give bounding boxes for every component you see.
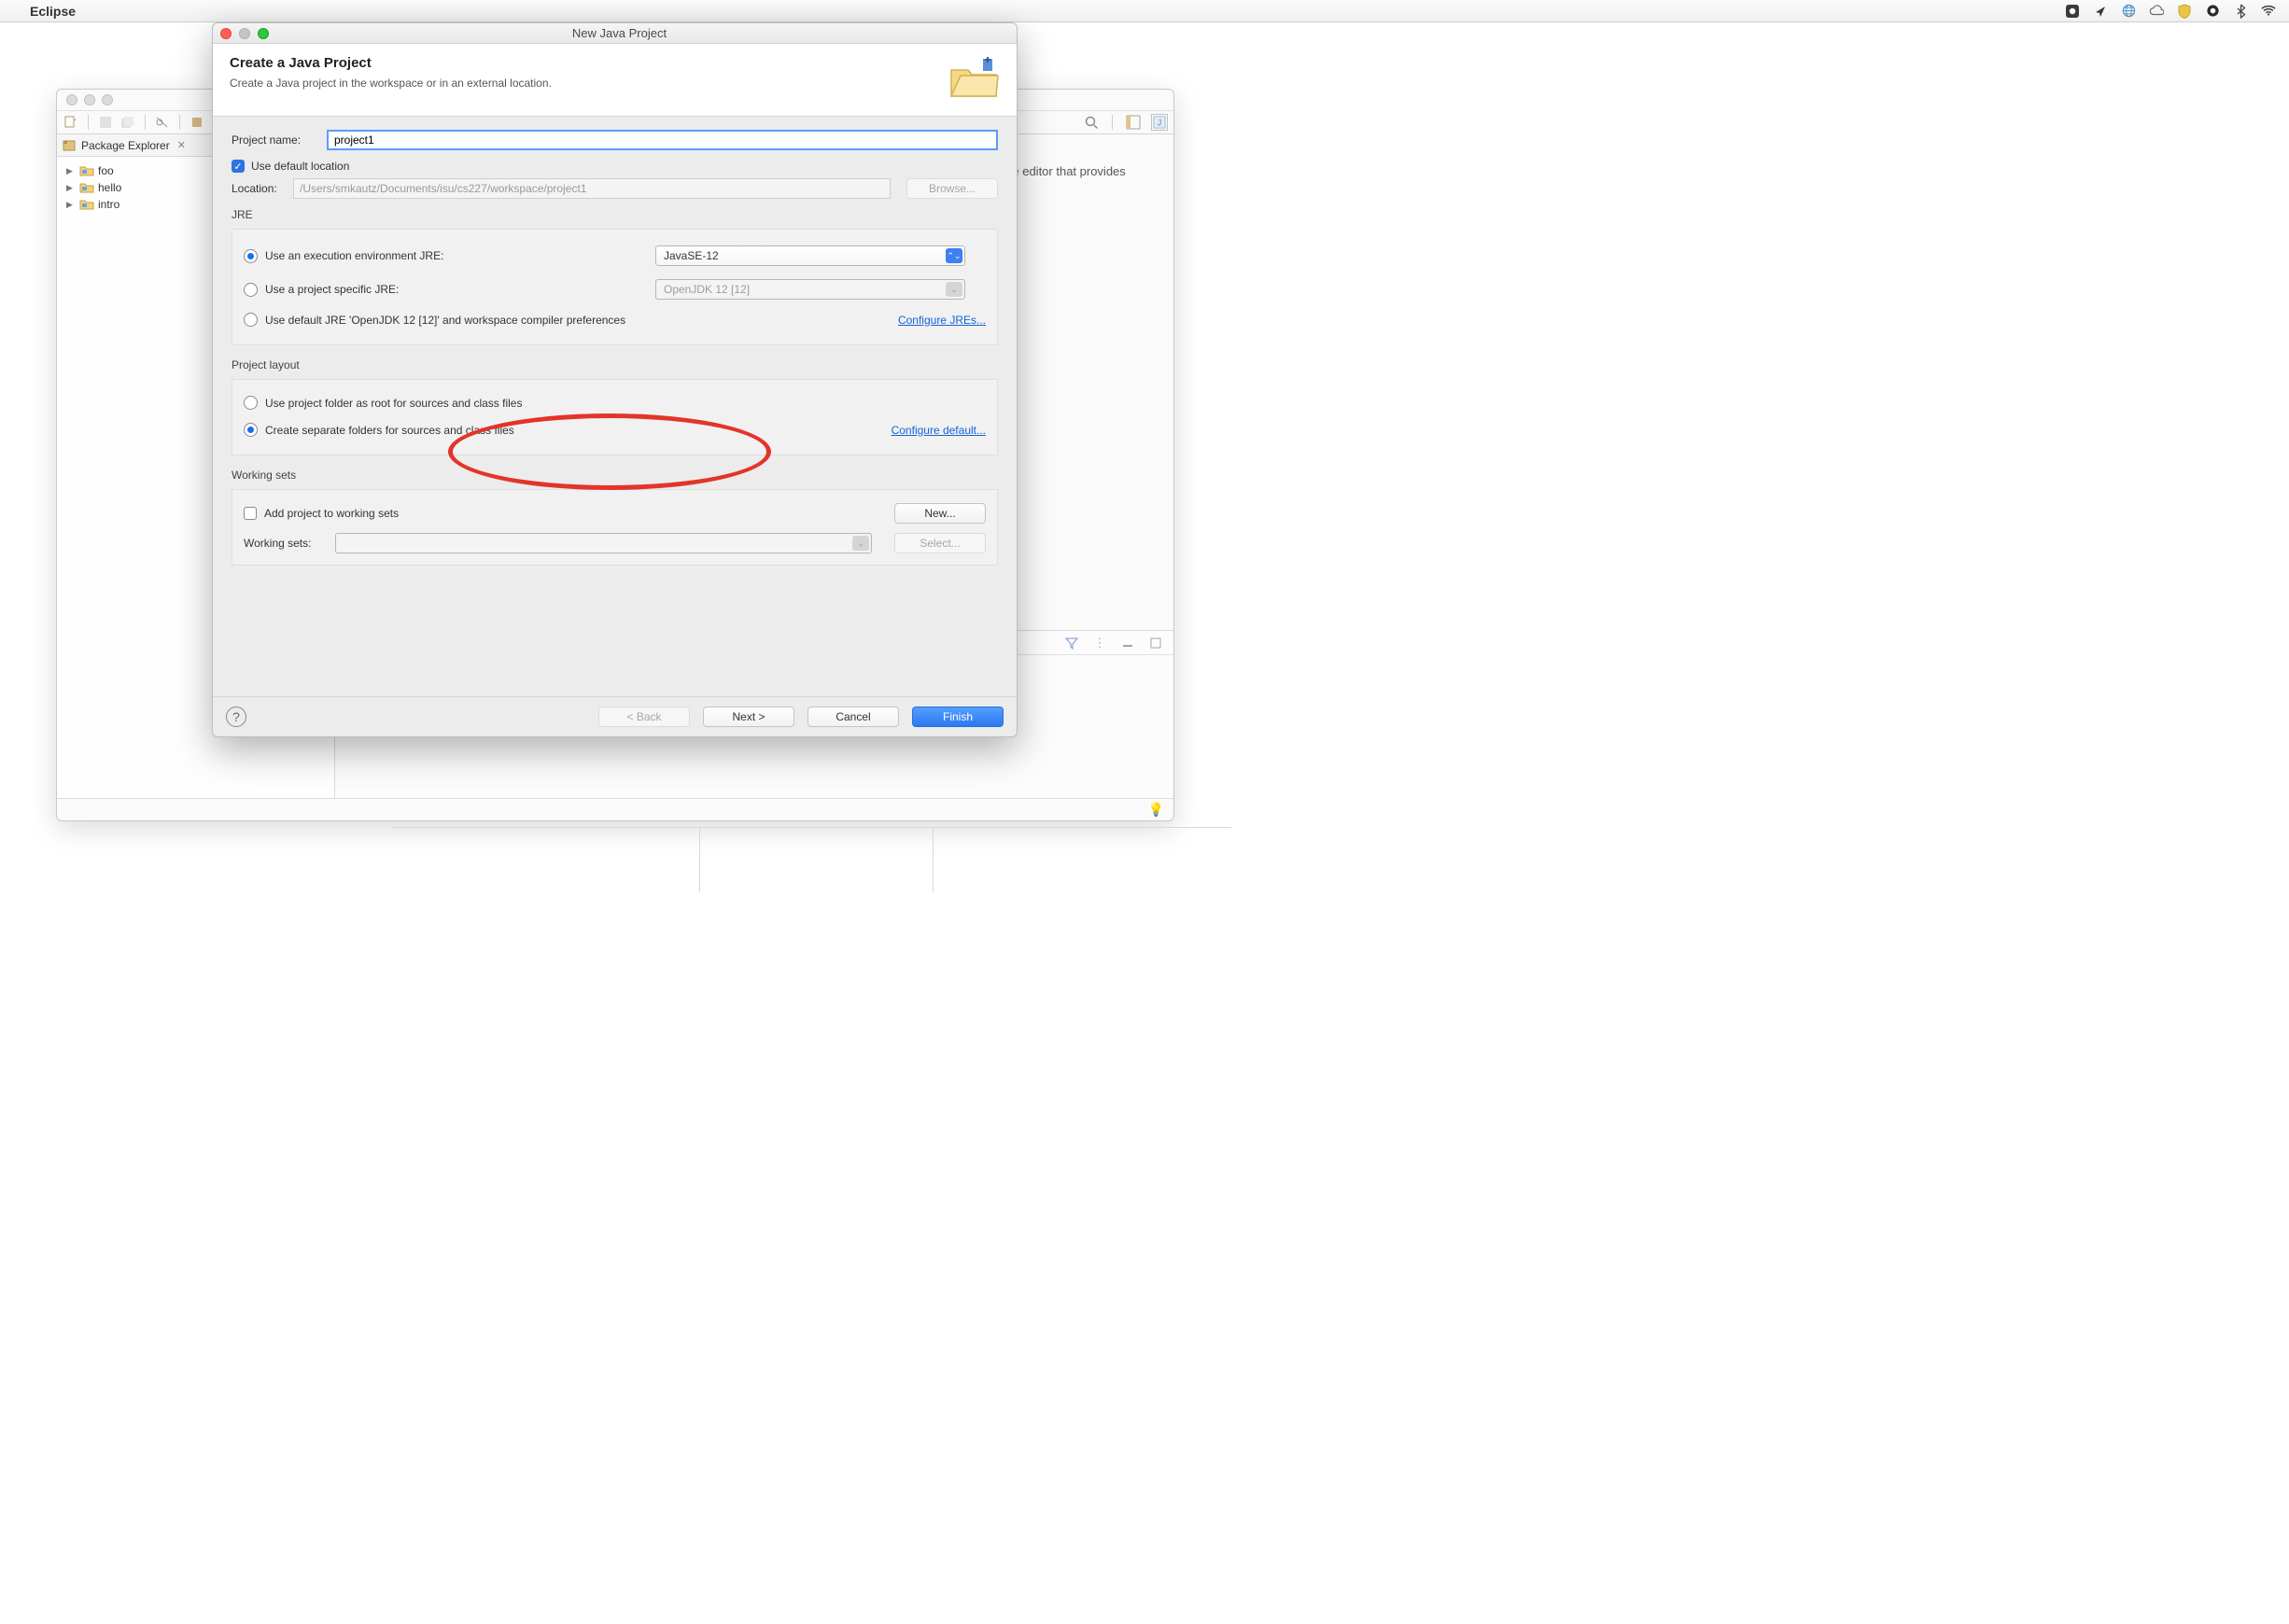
svg-text:J: J bbox=[1158, 119, 1161, 128]
expand-arrow-icon[interactable]: ▶ bbox=[66, 166, 76, 176]
working-sets-title: Working sets bbox=[232, 469, 998, 482]
package-explorer-icon bbox=[63, 139, 76, 152]
eclipse-statusbar: 💡 bbox=[57, 798, 1173, 820]
arrow-cursor-icon[interactable] bbox=[2093, 4, 2108, 19]
maximize-view-icon[interactable] bbox=[1147, 635, 1164, 651]
next-button[interactable]: Next > bbox=[703, 707, 794, 727]
browse-button: Browse... bbox=[906, 178, 998, 199]
dialog-footer: ? < Back Next > Cancel Finish bbox=[213, 696, 1017, 736]
jre-section-title: JRE bbox=[232, 208, 998, 221]
finish-button[interactable]: Finish bbox=[912, 707, 1004, 727]
project-name-label: Project name: bbox=[232, 133, 317, 147]
new-project-banner-icon bbox=[948, 55, 1000, 103]
dropdown-caret-icon: ⌄ bbox=[852, 536, 869, 551]
window-close-icon[interactable] bbox=[66, 94, 77, 105]
project-folder-icon bbox=[79, 198, 94, 211]
shield-icon[interactable] bbox=[2177, 4, 2192, 19]
minimize-view-icon[interactable] bbox=[1119, 635, 1136, 651]
radio-layout-separate-label: Create separate folders for sources and … bbox=[265, 424, 884, 437]
checkbox-checked-icon: ✓ bbox=[232, 160, 245, 173]
working-sets-select: ⌄ bbox=[335, 533, 872, 553]
record-icon[interactable] bbox=[2065, 4, 2080, 19]
use-default-location-label: Use default location bbox=[251, 160, 349, 173]
window-zoom-icon[interactable] bbox=[258, 28, 269, 39]
project-layout-section: Use project folder as root for sources a… bbox=[232, 379, 998, 455]
exec-env-select[interactable]: JavaSE-12 ⌃⌄ bbox=[655, 245, 965, 266]
save-all-icon bbox=[119, 114, 136, 131]
location-label: Location: bbox=[232, 182, 284, 195]
working-sets-section: Add project to working sets New... Worki… bbox=[232, 489, 998, 566]
radio-layout-root[interactable] bbox=[244, 396, 258, 410]
open-perspective-icon[interactable] bbox=[1125, 114, 1142, 131]
dropdown-caret-icon: ⌄ bbox=[946, 282, 962, 297]
layout-section-title: Project layout bbox=[232, 358, 998, 371]
radio-layout-root-label: Use project folder as root for sources a… bbox=[265, 397, 522, 410]
configure-default-link[interactable]: Configure default... bbox=[892, 424, 986, 437]
jre-section: Use an execution environment JRE: JavaSE… bbox=[232, 229, 998, 345]
help-icon[interactable]: ? bbox=[226, 707, 246, 727]
globe-icon[interactable] bbox=[2121, 4, 2136, 19]
dialog-titlebar[interactable]: New Java Project bbox=[213, 23, 1017, 44]
lightbulb-icon[interactable]: 💡 bbox=[1148, 802, 1164, 818]
new-working-set-button[interactable]: New... bbox=[894, 503, 986, 524]
project-label[interactable]: intro bbox=[98, 198, 119, 211]
dialog-banner-title: Create a Java Project bbox=[230, 55, 552, 71]
radio-project-jre[interactable] bbox=[244, 283, 258, 297]
project-jre-select: OpenJDK 12 [12] ⌄ bbox=[655, 279, 965, 300]
cancel-button[interactable]: Cancel bbox=[807, 707, 899, 727]
project-folder-icon bbox=[79, 181, 94, 194]
dialog-banner: Create a Java Project Create a Java proj… bbox=[213, 44, 1017, 117]
window-zoom-icon[interactable] bbox=[102, 94, 113, 105]
project-jre-value: OpenJDK 12 [12] bbox=[664, 283, 750, 296]
use-default-location-checkbox[interactable]: ✓ Use default location bbox=[232, 160, 998, 173]
location-input bbox=[293, 178, 891, 199]
menu-bar-tray bbox=[2065, 4, 2276, 19]
configure-jres-link[interactable]: Configure JREs... bbox=[898, 314, 986, 327]
new-wizard-icon[interactable] bbox=[63, 114, 79, 131]
package-icon[interactable] bbox=[189, 114, 205, 131]
add-to-working-sets-checkbox[interactable] bbox=[244, 507, 257, 520]
toggle-link-icon[interactable] bbox=[154, 114, 171, 131]
save-icon bbox=[97, 114, 114, 131]
project-folder-icon bbox=[79, 164, 94, 177]
project-label[interactable]: hello bbox=[98, 181, 121, 194]
radio-layout-separate[interactable] bbox=[244, 423, 258, 437]
package-explorer-label: Package Explorer bbox=[81, 139, 170, 152]
window-minimize-icon[interactable] bbox=[84, 94, 95, 105]
view-menu-icon[interactable]: ⋮ bbox=[1091, 635, 1108, 651]
window-minimize-icon bbox=[239, 28, 250, 39]
app-name[interactable]: Eclipse bbox=[30, 4, 76, 19]
bluetooth-icon[interactable] bbox=[2233, 4, 2248, 19]
back-button: < Back bbox=[598, 707, 690, 727]
wifi-icon[interactable] bbox=[2261, 4, 2276, 19]
exec-env-value: JavaSE-12 bbox=[664, 249, 719, 262]
java-perspective-icon[interactable]: J bbox=[1151, 114, 1168, 131]
add-to-working-sets-label: Add project to working sets bbox=[264, 507, 887, 520]
working-sets-label: Working sets: bbox=[244, 537, 326, 550]
expand-arrow-icon[interactable]: ▶ bbox=[66, 200, 76, 210]
dialog-banner-subtitle: Create a Java project in the workspace o… bbox=[230, 77, 552, 90]
filter-icon[interactable] bbox=[1063, 635, 1080, 651]
radio-exec-env-label: Use an execution environment JRE: bbox=[265, 249, 648, 262]
select-working-sets-button: Select... bbox=[894, 533, 986, 553]
circle-icon[interactable] bbox=[2205, 4, 2220, 19]
radio-exec-env[interactable] bbox=[244, 249, 258, 263]
expand-arrow-icon[interactable]: ▶ bbox=[66, 183, 76, 193]
dropdown-caret-icon: ⌃⌄ bbox=[946, 248, 962, 263]
radio-project-jre-label: Use a project specific JRE: bbox=[265, 283, 648, 296]
dialog-window-title: New Java Project bbox=[276, 26, 1009, 40]
cloud-icon[interactable] bbox=[2149, 4, 2164, 19]
close-view-icon[interactable]: ✕ bbox=[177, 139, 186, 151]
project-label[interactable]: foo bbox=[98, 164, 114, 177]
window-close-icon[interactable] bbox=[220, 28, 232, 39]
radio-default-jre-label: Use default JRE 'OpenJDK 12 [12]' and wo… bbox=[265, 314, 891, 327]
radio-default-jre[interactable] bbox=[244, 313, 258, 327]
new-java-project-dialog: New Java Project Create a Java Project C… bbox=[212, 22, 1018, 737]
search-icon[interactable] bbox=[1083, 114, 1100, 131]
mac-menubar: Eclipse bbox=[0, 0, 2289, 22]
project-name-input[interactable] bbox=[327, 130, 998, 150]
